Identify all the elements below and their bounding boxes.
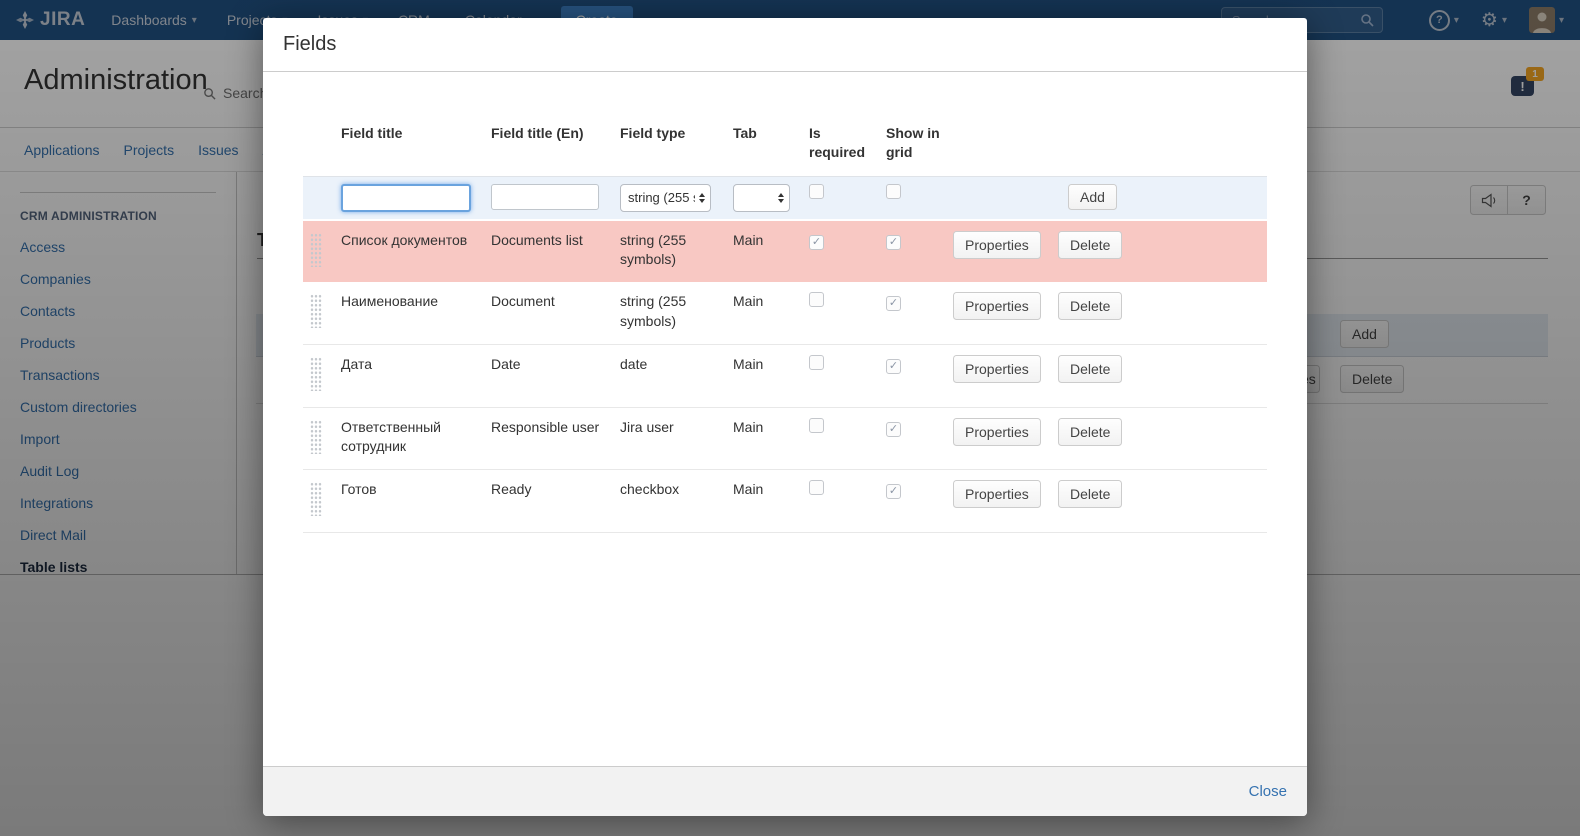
is-required-checkbox[interactable]	[809, 480, 824, 495]
field-title-cell: Наименование	[341, 282, 491, 344]
dialog-title: Fields	[283, 33, 336, 55]
drag-handle-icon[interactable]	[310, 357, 322, 391]
show-in-grid-checkbox[interactable]: ✓	[886, 422, 901, 437]
field-tab-cell: Main	[733, 220, 809, 283]
field-title-cell: Готов	[341, 470, 491, 533]
dialog-header: Fields	[263, 18, 1307, 72]
field-title-en-cell: Ready	[491, 470, 620, 533]
is-required-checkbox[interactable]: ✓	[809, 235, 824, 250]
properties-button[interactable]: Properties	[953, 480, 1041, 508]
dialog-body: Field title Field title (En) Field type …	[263, 72, 1307, 766]
field-title-cell: Ответственный сотрудник	[341, 407, 491, 470]
field-title-en-cell: Documents list	[491, 220, 620, 283]
col-is-required: Is required	[809, 120, 886, 176]
tab-select[interactable]	[733, 184, 790, 212]
is-required-checkbox[interactable]	[809, 184, 824, 199]
field-row: ГотовReadycheckboxMain ✓ Properties Delete	[303, 470, 1267, 533]
new-field-title-en-input[interactable]	[491, 184, 599, 210]
select-stepper-icon	[699, 193, 705, 204]
field-row: ДатаDatedateMain ✓ Properties Delete	[303, 344, 1267, 407]
is-required-checkbox[interactable]	[809, 418, 824, 433]
col-field-title: Field title	[341, 120, 491, 176]
field-tab-cell: Main	[733, 344, 809, 407]
field-tab-cell: Main	[733, 407, 809, 470]
properties-button[interactable]: Properties	[953, 231, 1041, 259]
delete-button[interactable]: Delete	[1058, 418, 1122, 446]
new-field-title-input[interactable]	[341, 184, 471, 212]
field-row: Ответственный сотрудникResponsible userJ…	[303, 407, 1267, 470]
field-tab-cell: Main	[733, 282, 809, 344]
properties-button[interactable]: Properties	[953, 355, 1041, 383]
show-in-grid-checkbox[interactable]: ✓	[886, 296, 901, 311]
field-tab-cell: Main	[733, 470, 809, 533]
show-in-grid-checkbox[interactable]: ✓	[886, 484, 901, 499]
field-type-cell: string (255 symbols)	[620, 220, 733, 283]
close-button[interactable]: Close	[1249, 783, 1287, 800]
new-field-row: string (255 symbols) Add	[303, 176, 1267, 220]
field-type-cell: string (255 symbols)	[620, 282, 733, 344]
field-title-cell: Дата	[341, 344, 491, 407]
show-in-grid-checkbox[interactable]: ✓	[886, 359, 901, 374]
field-type-cell: Jira user	[620, 407, 733, 470]
table-header-row: Field title Field title (En) Field type …	[303, 120, 1267, 176]
is-required-checkbox[interactable]	[809, 292, 824, 307]
delete-button[interactable]: Delete	[1058, 292, 1122, 320]
is-required-checkbox[interactable]	[809, 355, 824, 370]
show-in-grid-checkbox[interactable]: ✓	[886, 235, 901, 250]
field-title-en-cell: Document	[491, 282, 620, 344]
dialog-footer: Close	[263, 766, 1307, 816]
col-field-title-en: Field title (En)	[491, 120, 620, 176]
field-type-select[interactable]: string (255 symbols)	[620, 184, 711, 212]
col-tab: Tab	[733, 120, 809, 176]
field-title-cell: Список документов	[341, 220, 491, 283]
delete-button[interactable]: Delete	[1058, 231, 1122, 259]
field-row: НаименованиеDocumentstring (255 symbols)…	[303, 282, 1267, 344]
select-stepper-icon	[778, 193, 784, 204]
fields-dialog: Fields Field title Field title (En) Fiel…	[263, 18, 1307, 816]
field-type-cell: checkbox	[620, 470, 733, 533]
fields-table: Field title Field title (En) Field type …	[303, 120, 1267, 533]
col-show-in-grid: Show in grid	[886, 120, 953, 176]
add-field-button[interactable]: Add	[1068, 184, 1117, 210]
properties-button[interactable]: Properties	[953, 418, 1041, 446]
field-row: Список документовDocuments liststring (2…	[303, 220, 1267, 283]
field-title-en-cell: Date	[491, 344, 620, 407]
col-field-type: Field type	[620, 120, 733, 176]
drag-handle-icon[interactable]	[310, 294, 322, 328]
drag-handle-icon[interactable]	[310, 233, 322, 267]
drag-handle-icon[interactable]	[310, 482, 322, 516]
field-title-en-cell: Responsible user	[491, 407, 620, 470]
show-in-grid-checkbox[interactable]	[886, 184, 901, 199]
properties-button[interactable]: Properties	[953, 292, 1041, 320]
delete-button[interactable]: Delete	[1058, 480, 1122, 508]
field-type-cell: date	[620, 344, 733, 407]
delete-button[interactable]: Delete	[1058, 355, 1122, 383]
drag-handle-icon[interactable]	[310, 420, 322, 454]
